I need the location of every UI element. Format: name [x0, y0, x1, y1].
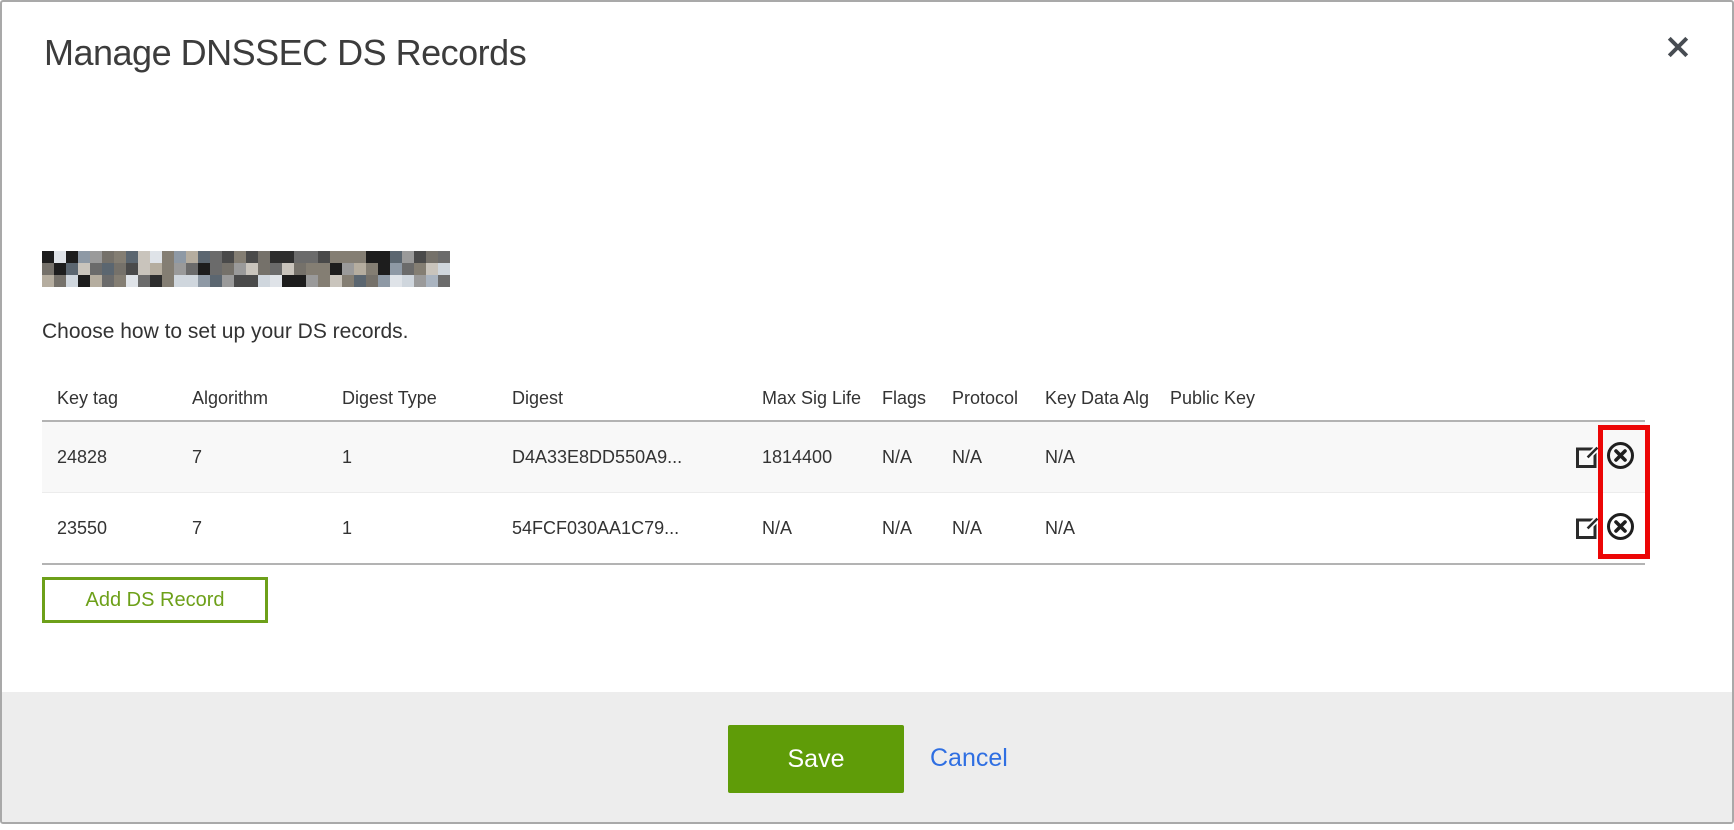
table-row: 24828 7 1 D4A33E8DD550A9... 1814400 N/A … [42, 420, 1645, 492]
cancel-link[interactable]: Cancel [930, 744, 1008, 773]
dialog-title: Manage DNSSEC DS Records [44, 32, 526, 74]
redacted-domain [42, 251, 450, 287]
cell-max-sig-life: N/A [762, 518, 882, 539]
delete-record-button[interactable] [1606, 441, 1635, 473]
manage-ds-records-dialog: Manage DNSSEC DS Records Choose how to s… [0, 0, 1734, 824]
edit-record-button[interactable] [1575, 513, 1602, 543]
close-icon [1664, 33, 1692, 64]
delete-icon [1606, 512, 1635, 544]
delete-record-button[interactable] [1606, 512, 1635, 544]
column-header-algorithm: Algorithm [192, 388, 342, 409]
edit-record-button[interactable] [1575, 442, 1602, 472]
delete-icon [1606, 441, 1635, 473]
close-button[interactable] [1658, 28, 1698, 68]
table-row: 23550 7 1 54FCF030AA1C79... N/A N/A N/A … [42, 492, 1645, 565]
edit-icon [1575, 513, 1602, 543]
cell-key-tag: 24828 [42, 447, 192, 468]
column-header-digest: Digest [512, 388, 762, 409]
cell-key-data-alg: N/A [1045, 447, 1170, 468]
dialog-footer: Save Cancel [2, 692, 1732, 822]
cell-digest: 54FCF030AA1C79... [512, 518, 762, 539]
column-header-max-sig-life: Max Sig Life [762, 388, 882, 409]
cell-algorithm: 7 [192, 518, 342, 539]
cell-key-data-alg: N/A [1045, 518, 1170, 539]
column-header-flags: Flags [882, 388, 952, 409]
save-button[interactable]: Save [728, 725, 904, 793]
cell-max-sig-life: 1814400 [762, 447, 882, 468]
ds-records-table: Key tag Algorithm Digest Type Digest Max… [42, 377, 1645, 565]
cell-digest: D4A33E8DD550A9... [512, 447, 762, 468]
column-header-key-data-alg: Key Data Alg [1045, 388, 1170, 409]
cell-algorithm: 7 [192, 447, 342, 468]
cell-protocol: N/A [952, 447, 1045, 468]
cell-flags: N/A [882, 447, 952, 468]
cell-key-tag: 23550 [42, 518, 192, 539]
add-ds-record-button[interactable]: Add DS Record [42, 577, 268, 623]
instruction-text: Choose how to set up your DS records. [42, 320, 409, 344]
table-header-row: Key tag Algorithm Digest Type Digest Max… [42, 377, 1645, 420]
cell-digest-type: 1 [342, 518, 512, 539]
cell-protocol: N/A [952, 518, 1045, 539]
column-header-key-tag: Key tag [42, 388, 192, 409]
column-header-digest-type: Digest Type [342, 388, 512, 409]
cell-digest-type: 1 [342, 447, 512, 468]
column-header-protocol: Protocol [952, 388, 1045, 409]
column-header-public-key: Public Key [1170, 388, 1567, 409]
edit-icon [1575, 442, 1602, 472]
cell-flags: N/A [882, 518, 952, 539]
